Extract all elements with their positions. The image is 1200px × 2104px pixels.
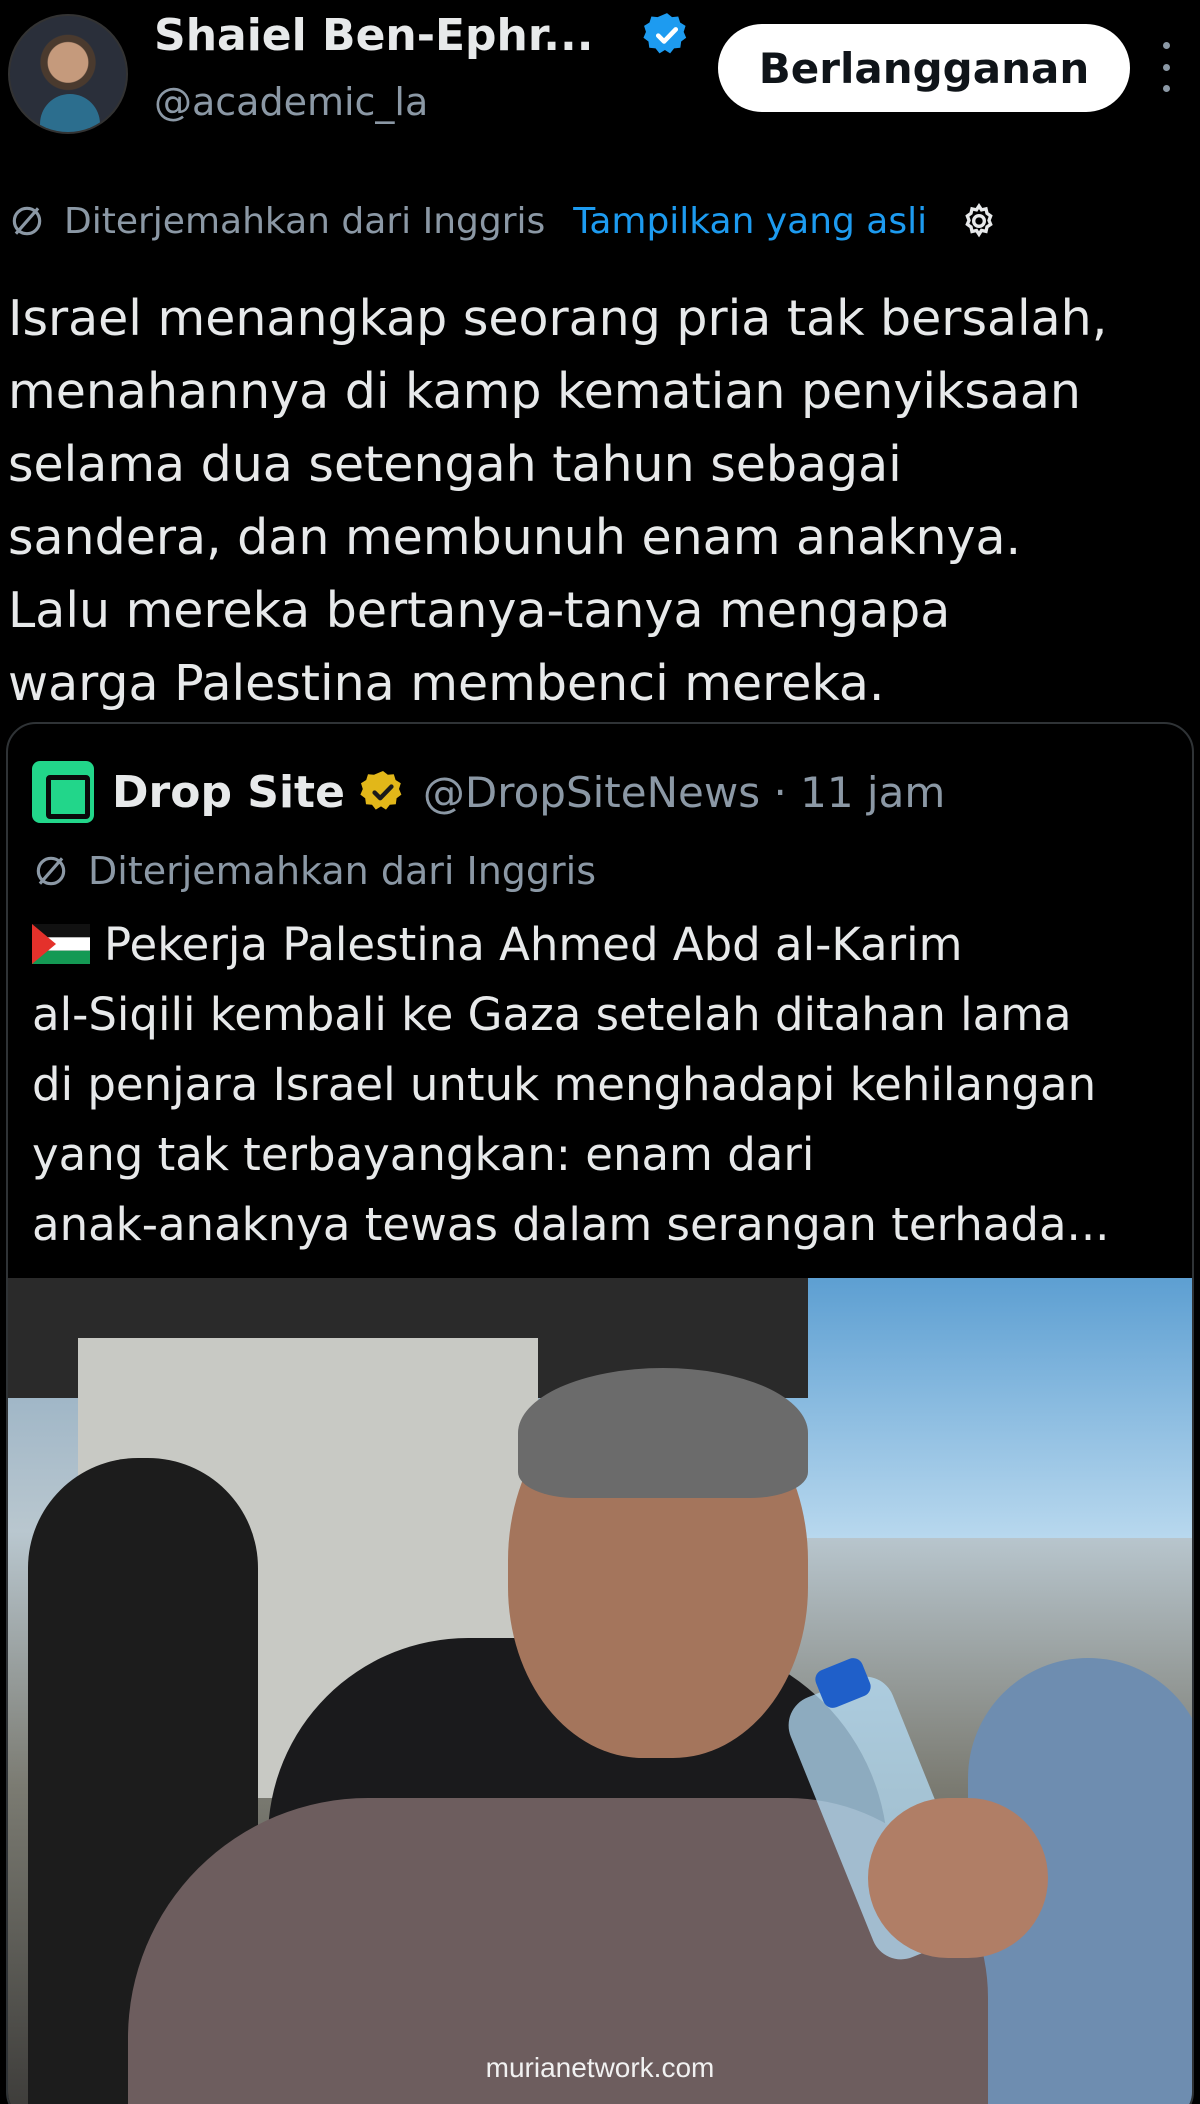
- tweet-text: Israel menangkap seorang pria tak bersal…: [8, 282, 1198, 720]
- more-options-icon[interactable]: [1156, 42, 1176, 92]
- display-name[interactable]: Shaiel Ben-Ephr...: [154, 10, 593, 61]
- tweet-line: Lalu mereka bertanya-tanya mengapa: [8, 582, 951, 639]
- avatar[interactable]: [8, 14, 128, 134]
- translate-icon: [36, 856, 66, 886]
- photo-man-hair: [518, 1368, 808, 1498]
- quoted-photo[interactable]: [8, 1278, 1192, 2104]
- quoted-text: Pekerja Palestina Ahmed Abd al-Karim al-…: [32, 910, 1182, 1260]
- quoted-translation-label: Diterjemahkan dari Inggris: [32, 846, 596, 896]
- quoted-tweet-header: Drop Site @DropSiteNews · 11 jam: [32, 761, 946, 823]
- quoted-line: di penjara Israel untuk menghadapi kehil…: [32, 1058, 1097, 1111]
- tweet-line: selama dua setengah tahun sebagai: [8, 436, 902, 493]
- watermark: murianetwork.com: [485, 2052, 715, 2083]
- verified-badge-icon: [643, 13, 687, 54]
- show-original-link[interactable]: Tampilkan yang asli: [573, 201, 927, 242]
- subscribe-button[interactable]: Berlangganan: [718, 24, 1130, 112]
- gear-icon[interactable]: [959, 201, 999, 241]
- quoted-line: Pekerja Palestina Ahmed Abd al-Karim: [32, 910, 1182, 980]
- quoted-handle-time: @DropSiteNews · 11 jam: [422, 767, 946, 817]
- quoted-display-name: Drop Site: [112, 766, 345, 818]
- gold-check-icon: [360, 771, 402, 810]
- tweet-line: Israel menangkap seorang pria tak bersal…: [8, 290, 1108, 347]
- quoted-line-text: Pekerja Palestina Ahmed Abd al-Karim: [104, 918, 963, 971]
- quoted-line: yang tak terbayangkan: enam dari: [32, 1128, 815, 1181]
- tweet-line: warga Palestina membenci mereka.: [8, 655, 885, 712]
- translate-icon: [12, 206, 42, 236]
- tweet-header: Shaiel Ben-Ephr... @academic_la Berlangg…: [0, 0, 1200, 170]
- dropsite-logo: [32, 761, 94, 823]
- translated-from-label: Diterjemahkan dari Inggris: [64, 200, 546, 242]
- palestine-flag-icon: [32, 924, 90, 964]
- quoted-translated-from: Diterjemahkan dari Inggris: [88, 849, 597, 893]
- tweet-line: menahannya di kamp kematian penyiksaan: [8, 363, 1081, 420]
- photo-hand: [868, 1798, 1048, 1958]
- translation-bar: Diterjemahkan dari Inggris Tampilkan yan…: [8, 196, 999, 246]
- quoted-tweet[interactable]: Drop Site @DropSiteNews · 11 jam Diterje…: [6, 722, 1194, 2104]
- tweet-line: sandera, dan membunuh enam anaknya.: [8, 509, 1022, 566]
- photo-sky: [768, 1278, 1192, 1538]
- quoted-line: al-Siqili kembali ke Gaza setelah ditaha…: [32, 988, 1072, 1041]
- user-handle[interactable]: @academic_la: [154, 80, 428, 124]
- quoted-line: anak-anaknya tewas dalam serangan terhad…: [32, 1198, 1110, 1251]
